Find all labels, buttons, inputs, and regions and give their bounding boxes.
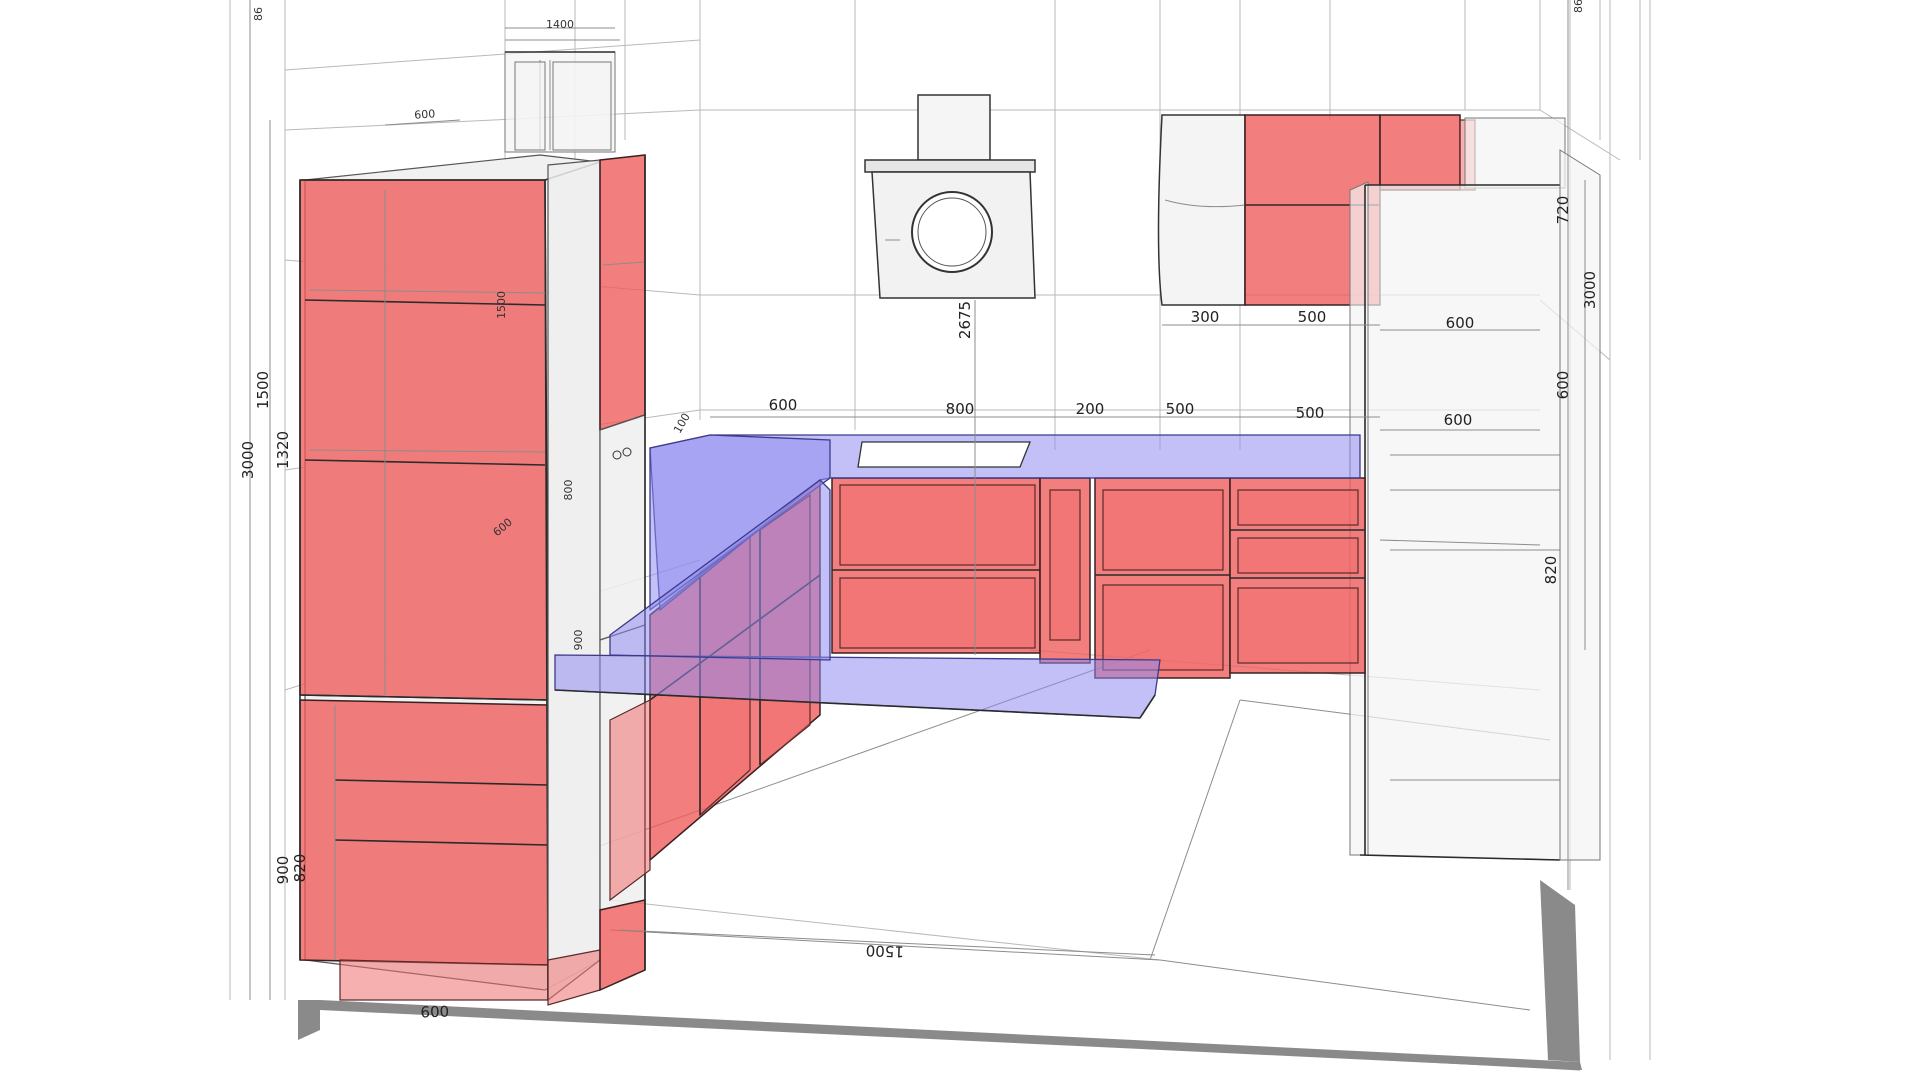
base-cabinets-back [831, 477, 1366, 679]
dim-upper-left-600: 600 [414, 107, 436, 121]
dim-hood-2675: 2675 [956, 301, 974, 339]
dim-height-1320: 1320 [274, 431, 292, 469]
dim-right-720: 720 [1554, 196, 1572, 225]
dim-base-600: 600 [769, 396, 798, 414]
dim-base-500-a: 500 [1166, 400, 1195, 418]
dim-base-800: 800 [946, 400, 975, 418]
window [504, 39, 620, 153]
dim-right-600: 600 [1554, 371, 1572, 400]
fridge-column [1349, 149, 1601, 861]
dim-base-200: 200 [1076, 400, 1105, 418]
dim-wall-600: 600 [1446, 314, 1475, 332]
dim-height-820: 820 [291, 854, 309, 883]
dim-top-right-86: 86 [1572, 0, 1585, 13]
dim-inner-800: 800 [562, 480, 575, 501]
dim-top-window: 1400 [546, 18, 574, 31]
dim-base-500-b: 500 [1296, 404, 1325, 422]
tall-cabinet-left [299, 154, 601, 1006]
dim-height-3000: 3000 [239, 441, 257, 479]
range-hood [864, 94, 1036, 299]
dim-corner-100: 100 [671, 411, 693, 436]
dim-height-1500: 1500 [254, 371, 272, 409]
dim-wall-300: 300 [1191, 308, 1220, 326]
dim-right-3000: 3000 [1581, 271, 1599, 309]
dim-wall-500: 500 [1298, 308, 1327, 326]
dim-inner-1500: 1500 [495, 291, 508, 319]
dim-floor-1500: 1500 [865, 941, 904, 960]
dim-right-820: 820 [1542, 556, 1560, 585]
dim-top-left-86: 86 [252, 7, 265, 21]
kitchen-drawing: 1400 600 86 3000 1500 1320 900 820 1500 … [229, 0, 1651, 1071]
dim-height-900: 900 [274, 856, 292, 885]
dim-base-600-right: 600 [1444, 411, 1473, 429]
dim-inner-900: 900 [572, 630, 585, 651]
dim-tall-bottom-600: 600 [420, 1003, 449, 1022]
